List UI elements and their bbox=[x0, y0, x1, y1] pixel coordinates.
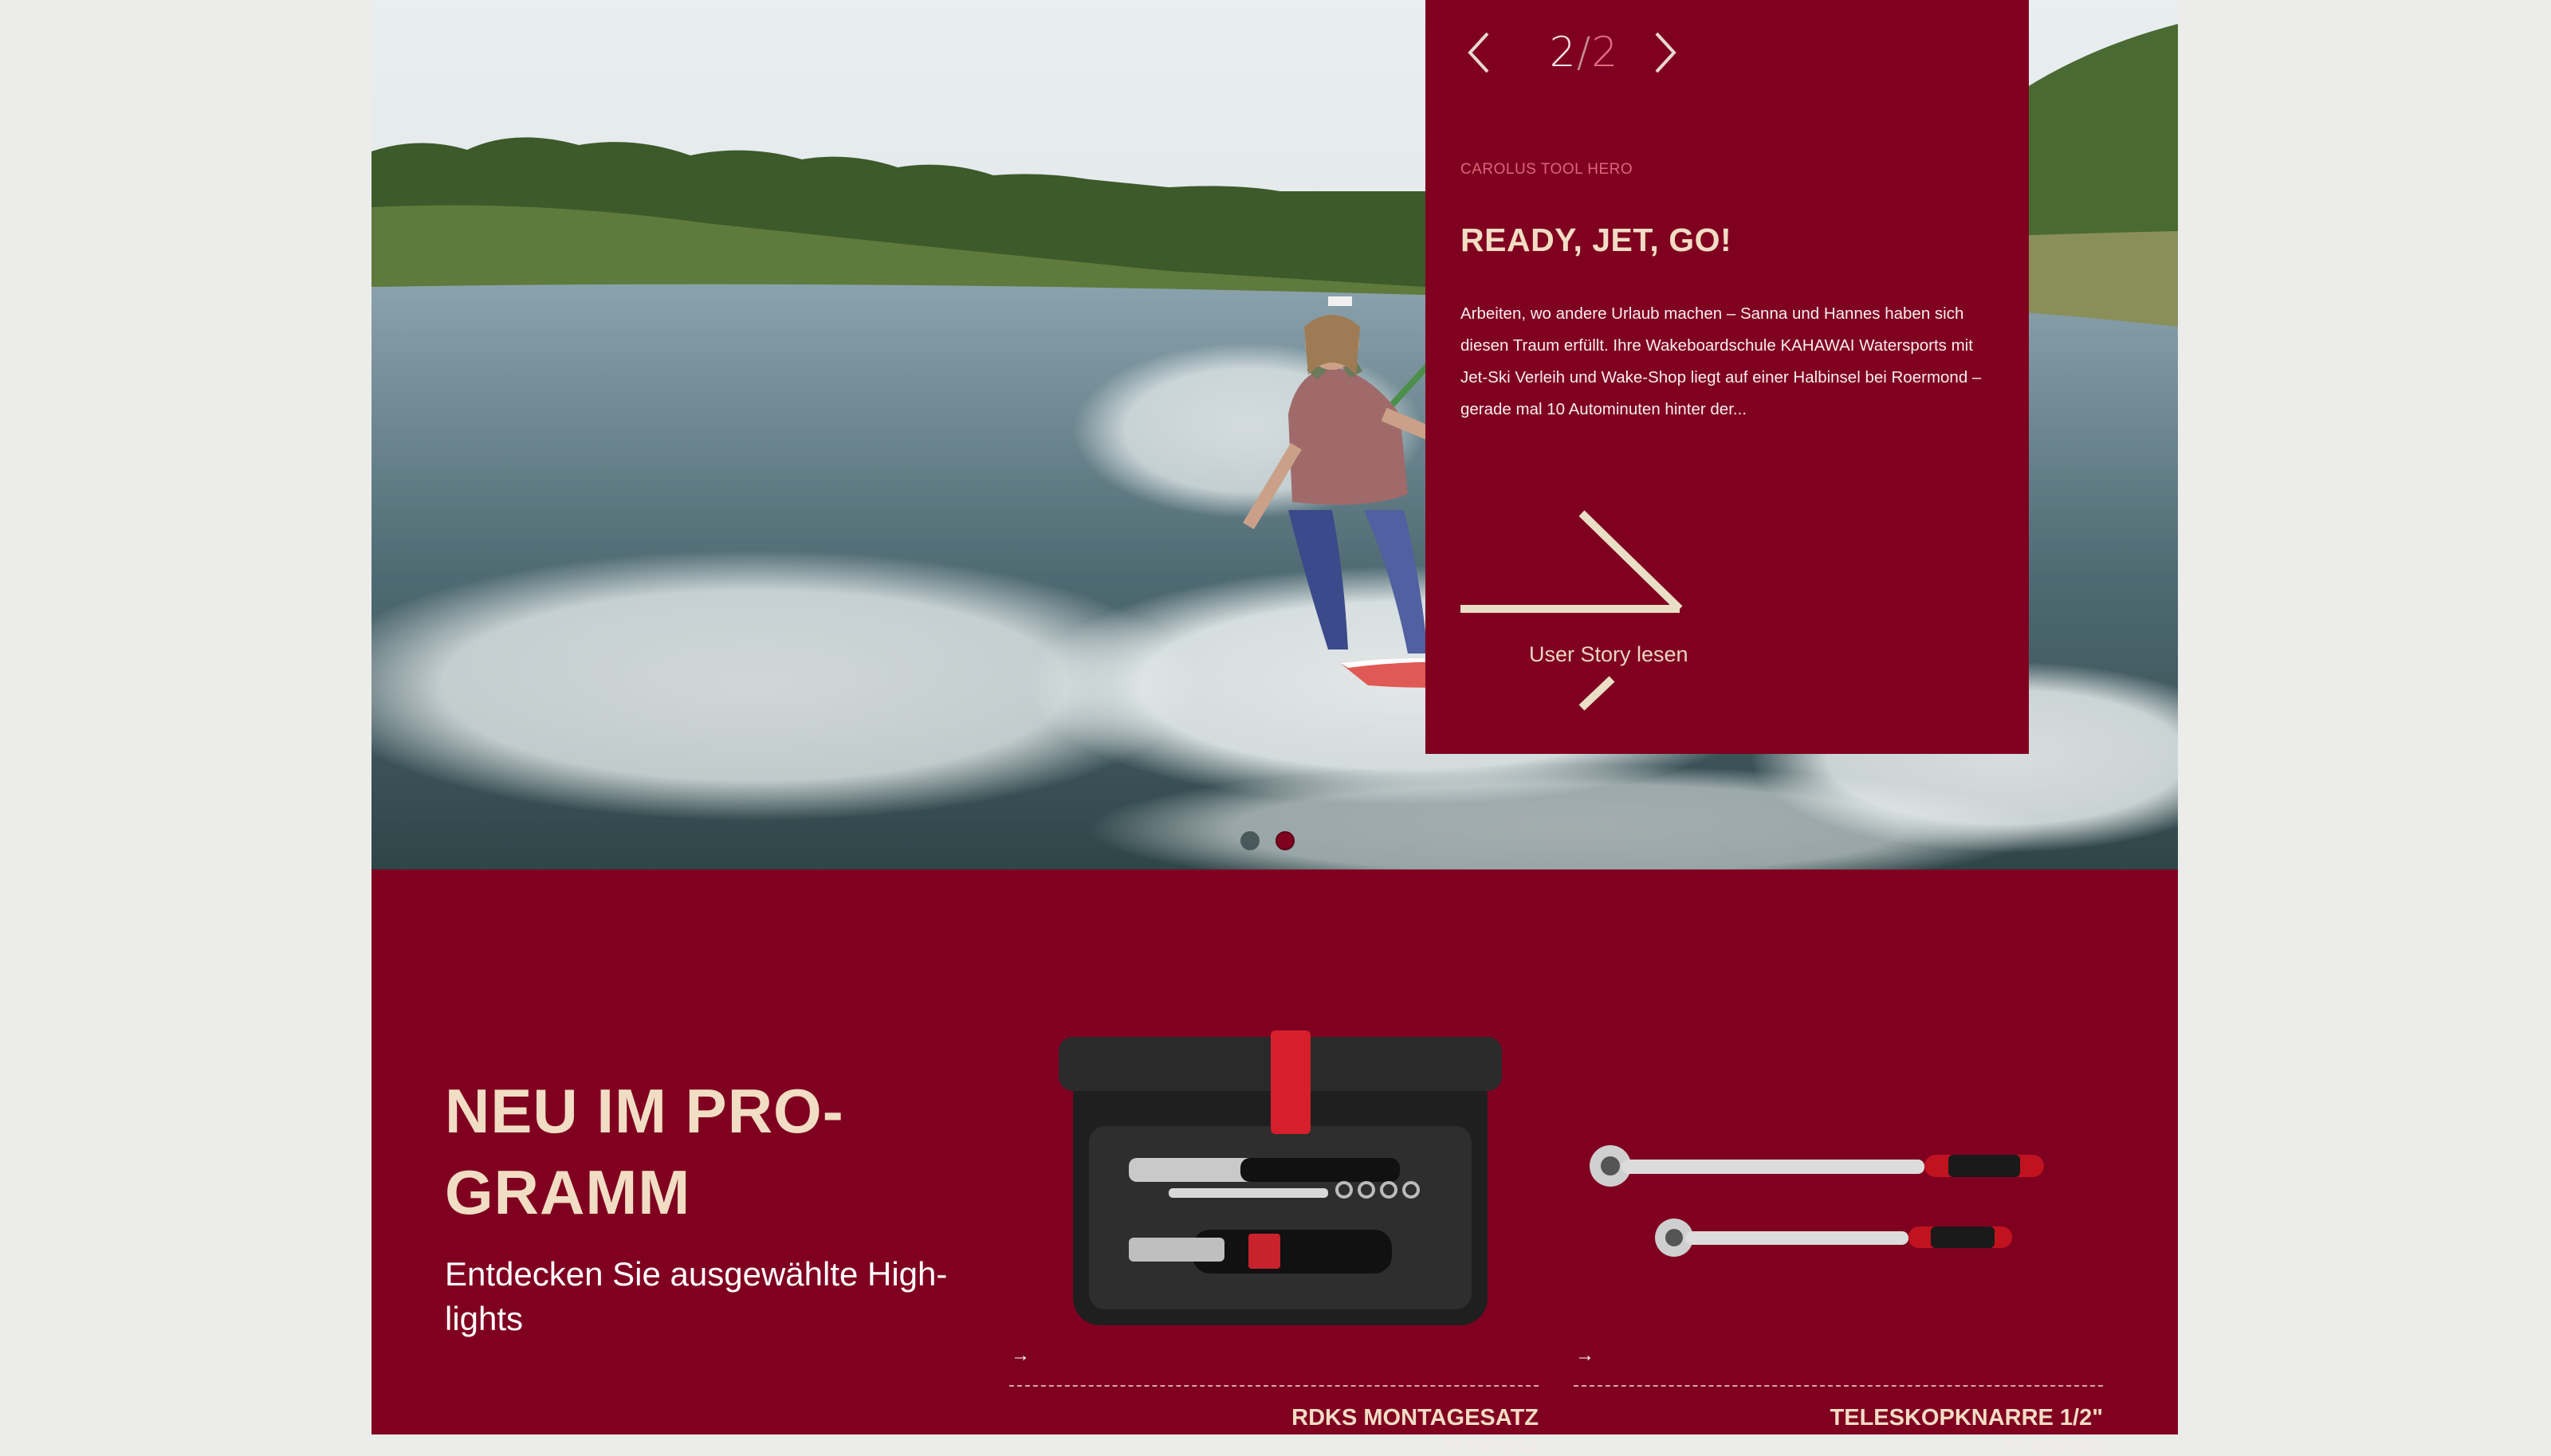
counter-separator: / bbox=[1576, 29, 1592, 77]
counter-total: 2 bbox=[1591, 29, 1619, 77]
story-description: Arbeiten, wo andere Urlaub machen – Sann… bbox=[1460, 304, 1982, 418]
chevron-right-icon bbox=[1655, 32, 1676, 73]
user-story-label: User Story lesen bbox=[1529, 642, 1688, 666]
product-divider bbox=[1009, 1385, 1539, 1387]
chevron-left-icon bbox=[1468, 32, 1489, 73]
page: 2/2 CAROLUS TOOL HERO READY, JET, GO! Ar… bbox=[371, 0, 2178, 1455]
prev-slide-button[interactable] bbox=[1460, 27, 1500, 78]
product-name: TELESKOPKNARRE 1/2" bbox=[1830, 1405, 2103, 1430]
product-card-ratchet[interactable]: → TELESKOPKNARRE 1/2" Art. 5190.0600 bbox=[1574, 975, 2103, 1455]
story-kicker: CAROLUS TOOL HERO bbox=[1460, 161, 1633, 178]
new-products-section: NEU IM PRO- GRAMM Entdecken Sie ausgewäh… bbox=[371, 869, 2178, 1455]
product-arrow-icon: → bbox=[1575, 1344, 1594, 1366]
section-title-line2: GRAMM bbox=[445, 1157, 691, 1227]
product-article-number: Art. 0499.2011 bbox=[1440, 1438, 1539, 1455]
user-story-link[interactable]: User Story lesen bbox=[1460, 508, 1700, 716]
section-title-line1: NEU IM PRO- bbox=[445, 1076, 844, 1146]
slider-nav: 2/2 bbox=[1460, 27, 1700, 78]
arrow-right-icon bbox=[1460, 510, 1683, 711]
product-card-rdks[interactable]: → RDKS MONTAGESATZ Art. 0499.2011 bbox=[1009, 975, 1539, 1455]
story-panel: 2/2 CAROLUS TOOL HERO READY, JET, GO! Ar… bbox=[1425, 0, 2029, 754]
section-subtitle: Entdecken Sie ausgewählte High-lights bbox=[445, 1255, 948, 1337]
section-title: NEU IM PRO- GRAMM bbox=[445, 1070, 844, 1233]
product-arrow-icon: → bbox=[1011, 1344, 1030, 1366]
slide-dot-1[interactable] bbox=[1240, 831, 1260, 850]
hero-slider: 2/2 CAROLUS TOOL HERO READY, JET, GO! Ar… bbox=[371, 0, 2178, 869]
product-article-number: Art. 5190.0600 bbox=[2003, 1438, 2103, 1455]
rdks-kit-image bbox=[1059, 1030, 1502, 1325]
next-slide-button[interactable] bbox=[1644, 27, 1684, 78]
counter-current: 2 bbox=[1549, 29, 1577, 77]
slide-dot-2[interactable] bbox=[1276, 831, 1295, 850]
slider-dots bbox=[1240, 831, 1304, 852]
telescopic-ratchet-image bbox=[1590, 1145, 2044, 1257]
slide-counter: 2/2 bbox=[1540, 27, 1628, 78]
product-divider bbox=[1574, 1385, 2103, 1387]
story-headline: READY, JET, GO! bbox=[1460, 222, 1732, 258]
product-name: RDKS MONTAGESATZ bbox=[1291, 1405, 1539, 1430]
